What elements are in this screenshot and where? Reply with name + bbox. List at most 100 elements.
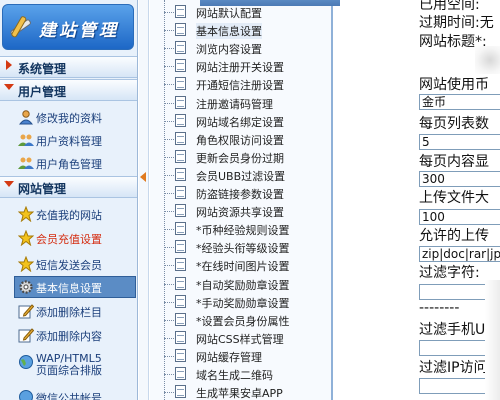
site-title-label: 网站标题*:	[419, 34, 487, 50]
tree-node-label: 更新会员身份过期	[196, 151, 284, 165]
list-per-page-input[interactable]: 5	[419, 134, 500, 150]
tree-connector	[164, 211, 174, 213]
tree-node[interactable]: *自动奖励勋章设置	[164, 275, 331, 293]
tree-node-label: 网站注册开关设置	[196, 61, 284, 75]
tree-node[interactable]: 域名生成二维码	[164, 365, 331, 383]
tools-icon	[10, 16, 31, 38]
sidebar-item-label: 基本信息设置	[36, 282, 102, 295]
tree-node[interactable]: *币种经验规则设置	[164, 220, 331, 238]
top-frame-edge	[200, 0, 340, 6]
sidebar-item-recharge-my-site[interactable]: 充值我的网站	[14, 203, 134, 225]
sidebar-item-user-profile-management[interactable]: 用户资料管理	[14, 129, 134, 151]
tree-node[interactable]: 网站域名绑定设置	[164, 112, 331, 130]
tree-connector	[164, 66, 174, 68]
sidebar-item-label: 微信公共帐号	[36, 392, 102, 400]
tree-node-label: 基本信息设置	[196, 23, 262, 40]
tree-node[interactable]: 网站注册开关设置	[164, 57, 331, 75]
sidebar-item-wap-html5-layout[interactable]: WAP/HTML5 页面综合排版	[14, 351, 134, 381]
tree-connector	[164, 337, 174, 339]
content-per-page-input[interactable]: 300	[419, 171, 500, 187]
tree-connector	[164, 265, 174, 267]
tree-node-label: 浏览内容设置	[196, 43, 262, 57]
sidebar: 建站管理 系统管理 用户管理 修改我的资料 用户资料管理 用户角色管理 网站管理	[0, 0, 138, 400]
sidebar-item-member-recharge-settings[interactable]: 会员充值设置	[14, 227, 134, 249]
sidebar-item-sms-send-members[interactable]: 短信发送会员	[14, 253, 134, 275]
currency-input[interactable]: 金币	[419, 94, 500, 110]
form-divider: --------	[419, 300, 460, 316]
sidebar-item-add-delete-columns[interactable]: 添加删除栏目	[14, 300, 134, 322]
document-icon	[175, 5, 186, 18]
tree-node-label: *在线时间图片设置	[196, 260, 290, 274]
allowed-upload-input[interactable]: zip|doc|rar|jpg	[419, 246, 500, 262]
document-icon	[175, 167, 186, 181]
edit-icon	[18, 328, 34, 343]
sidebar-item-add-delete-content[interactable]: 添加删除内容	[14, 324, 134, 346]
tree-connector	[164, 48, 174, 50]
section-user-management[interactable]: 用户管理	[0, 79, 137, 101]
sidebar-item-user-role-management[interactable]: 用户角色管理	[14, 152, 134, 174]
tree-node[interactable]: 角色权限访问设置	[164, 130, 331, 148]
tree-node-label: 网站资源共享设置	[196, 206, 284, 220]
tree-node[interactable]: *经验头衔等级设置	[164, 238, 331, 256]
logo: 建站管理	[2, 4, 134, 50]
tree-node[interactable]: 基本信息设置	[164, 21, 331, 40]
document-icon	[175, 77, 186, 91]
document-icon	[175, 348, 186, 362]
tree-connector	[164, 193, 174, 194]
tree-connector	[164, 301, 174, 303]
sidebar-item-edit-my-profile[interactable]: 修改我的资料	[14, 106, 134, 128]
tree-node[interactable]: 浏览内容设置	[164, 39, 331, 57]
tree-node-label: 网站域名绑定设置	[196, 115, 284, 129]
tree-node-label: *设置会员身份属性	[196, 314, 290, 328]
sidebar-item-label: 添加删除栏目	[36, 306, 102, 319]
tree-node[interactable]: 会员UBB过滤设置	[164, 166, 331, 184]
filter-ip-label: 过滤IP访问	[419, 360, 488, 376]
section-label: 网站管理	[18, 182, 67, 196]
blur-mask	[485, 280, 500, 400]
collapse-left-icon[interactable]	[140, 172, 146, 182]
tree-node[interactable]: 网站资源共享设置	[164, 202, 331, 220]
tree-node[interactable]: 生成苹果安卓APP	[164, 383, 331, 400]
tree-node[interactable]: *手动奖励勋章设置	[164, 293, 331, 311]
document-icon	[175, 23, 186, 37]
tree-node-label: *币种经验规则设置	[196, 224, 290, 238]
upload-size-input[interactable]: 100	[419, 209, 500, 225]
tree-node[interactable]: 网站CSS样式管理	[164, 329, 331, 347]
tree-node-label: 开通短信注册设置	[196, 79, 284, 93]
tree-node[interactable]: 更新会员身份过期	[164, 148, 331, 166]
section-site-management[interactable]: 网站管理	[0, 176, 137, 198]
document-icon	[175, 204, 186, 218]
label-line-2: 页面综合排版	[36, 364, 102, 377]
star-icon	[18, 256, 34, 272]
section-label: 用户管理	[18, 85, 67, 99]
sidebar-item-wechat-public-account[interactable]: 微信公共帐号	[14, 386, 134, 400]
tree-connector	[164, 392, 174, 394]
tree-node-label: 生成苹果安卓APP	[196, 387, 283, 400]
tree-node-label: 防盗链接参数设置	[196, 188, 284, 201]
content-per-page-label: 每页内容显	[419, 154, 489, 170]
tree-node[interactable]: 开通短信注册设置	[164, 75, 331, 93]
document-icon	[175, 276, 186, 290]
tree-connector	[164, 84, 174, 86]
tree-node[interactable]: *设置会员身份属性	[164, 311, 331, 329]
tree-node[interactable]: 网站缓存管理	[164, 347, 331, 365]
collapse-arrow-icon	[4, 181, 14, 187]
section-system-management[interactable]: 系统管理	[0, 56, 137, 78]
tree-node[interactable]: 注册邀请码管理	[164, 94, 331, 112]
tree-connector	[164, 120, 174, 122]
tree-node[interactable]: *在线时间图片设置	[164, 256, 331, 274]
document-icon	[175, 258, 186, 272]
users-icon	[18, 134, 34, 146]
expand-arrow-icon	[6, 60, 12, 70]
expire-time-label: 过期时间:无	[419, 15, 494, 31]
list-per-page-label: 每页列表数	[419, 116, 489, 132]
sidebar-item-basic-info-settings-highlight[interactable]: 基本信息设置	[14, 276, 136, 298]
tree-node-label: *自动奖励勋章设置	[196, 278, 290, 292]
tree-node-label: *手动奖励勋章设置	[196, 296, 290, 310]
panel-splitter[interactable]	[139, 0, 149, 400]
collapse-arrow-icon	[4, 84, 14, 90]
tree-node[interactable]: 防盗链接参数设置	[164, 184, 331, 202]
gear-icon	[19, 280, 33, 294]
currency-label: 网站使用币	[419, 77, 489, 93]
document-icon	[175, 149, 186, 163]
